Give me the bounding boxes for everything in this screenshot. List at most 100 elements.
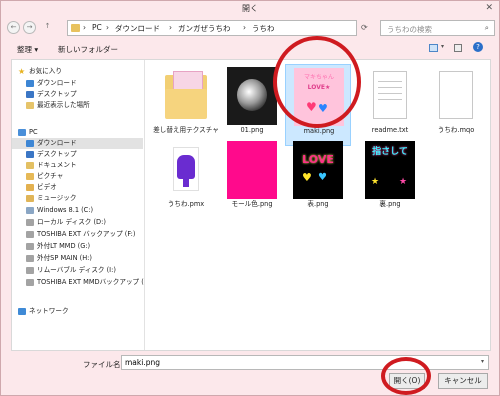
- pmx-file-icon: [161, 141, 211, 199]
- drive-icon: [26, 219, 34, 226]
- organize-button[interactable]: 整理 ▾: [17, 44, 38, 55]
- breadcrumb-uchiwa[interactable]: うちわ: [252, 23, 275, 34]
- preview-pane-icon[interactable]: [454, 44, 462, 52]
- back-icon[interactable]: ←: [7, 21, 20, 34]
- view-dropdown-icon[interactable]: ▾: [441, 43, 444, 50]
- text-file-icon: [365, 67, 415, 125]
- highlight-annotation: [381, 357, 431, 395]
- file-tile[interactable]: うちわ.mqo: [423, 64, 489, 146]
- nav-drive-f[interactable]: TOSHIBA EXT バックアップ (F:): [12, 229, 143, 240]
- drive-icon: [26, 243, 34, 250]
- breadcrumb-downloads[interactable]: ダウンロード: [115, 23, 160, 34]
- nav-pc-desktop[interactable]: デスクトップ: [12, 149, 143, 160]
- close-icon[interactable]: ✕: [485, 3, 493, 13]
- nav-pc-label: PC: [29, 128, 38, 136]
- breadcrumb-ganga[interactable]: ガンガぜうちわ: [178, 23, 231, 34]
- file-tile[interactable]: readme.txt: [357, 64, 423, 146]
- star-icon: ★: [371, 177, 380, 187]
- nav-network[interactable]: ネットワーク: [12, 306, 143, 317]
- nav-drive-i[interactable]: リムーバブル ディスク (I:): [12, 265, 143, 276]
- nav-pc-downloads[interactable]: ダウンロード: [12, 138, 143, 149]
- nav-item-label: TOSHIBA EXT バックアップ (F:): [37, 230, 136, 238]
- nav-item-label: ミュージック: [37, 194, 77, 202]
- image-thumbnail: [227, 67, 277, 125]
- address-row: ← → ↑ › PC › ダウンロード › ガンガぜうちわ › うちわ ⟳ うち…: [5, 18, 495, 38]
- file-tile[interactable]: モール色.png: [219, 138, 285, 220]
- file-name: 裏.png: [379, 200, 401, 208]
- file-name: 01.png: [240, 126, 264, 134]
- file-name: うちわ.mqo: [437, 126, 475, 134]
- nav-drive-c[interactable]: Windows 8.1 (C:): [12, 205, 143, 216]
- browser-pane: ★ お気に入り ダウンロード デスクトップ 最近表示した場所 PC ダウンロード…: [11, 59, 491, 351]
- breadcrumb-separator: ›: [243, 23, 246, 32]
- refresh-icon[interactable]: ⟳: [361, 23, 368, 32]
- file-icon: [431, 67, 481, 125]
- removable-drive-icon: [26, 267, 34, 274]
- breadcrumb-pc[interactable]: PC: [92, 23, 102, 32]
- nav-network-label: ネットワーク: [29, 307, 69, 315]
- pc-icon: [18, 129, 26, 136]
- recent-places-icon: [26, 102, 34, 109]
- dialog-title: 開く: [242, 4, 258, 13]
- filename-field[interactable]: ▾: [121, 355, 489, 370]
- nav-item-label: ローカル ディスク (D:): [37, 218, 106, 226]
- nav-item-label: 外付SP MAIN (H:): [37, 254, 92, 262]
- folder-icon: [161, 67, 211, 125]
- pictures-icon: [26, 173, 34, 180]
- new-folder-button[interactable]: 新しいフォルダー: [58, 44, 118, 55]
- desktop-icon: [26, 91, 34, 98]
- heart-icon: ♥: [302, 171, 312, 184]
- nav-pc-pictures[interactable]: ピクチャ: [12, 171, 143, 182]
- nav-favorites[interactable]: ★ お気に入り: [12, 66, 143, 77]
- heart-icon: ♥: [318, 172, 327, 183]
- up-icon[interactable]: ↑: [41, 21, 54, 34]
- toolbar: 整理 ▾ 新しいフォルダー ▾ ?: [1, 39, 499, 59]
- view-icon[interactable]: [429, 44, 438, 52]
- nav-item-label: TOSHIBA EXT MMDバックアップ (: [37, 278, 144, 286]
- nav-fav-recent[interactable]: 最近表示した場所: [12, 100, 143, 111]
- star-icon: ★: [18, 67, 26, 76]
- drive-icon: [26, 207, 34, 214]
- nav-drive-h[interactable]: 外付SP MAIN (H:): [12, 253, 143, 264]
- help-icon[interactable]: ?: [473, 42, 483, 52]
- file-tile[interactable]: 差し替え用テクスチャ: [153, 64, 219, 146]
- nav-pc[interactable]: PC: [12, 127, 143, 138]
- chevron-down-icon[interactable]: ▾: [481, 358, 484, 365]
- nav-drive-d[interactable]: ローカル ディスク (D:): [12, 217, 143, 228]
- nav-item-label: 最近表示した場所: [37, 101, 90, 109]
- file-tile[interactable]: うちわ.pmx: [153, 138, 219, 220]
- nav-item-label: Windows 8.1 (C:): [37, 206, 94, 214]
- highlight-annotation: [273, 36, 361, 128]
- nav-item-label: デスクトップ: [37, 150, 77, 158]
- download-folder-icon: [26, 80, 34, 87]
- nav-item-label: 外付LT MMD (G:): [37, 242, 91, 250]
- file-tile[interactable]: LOVE ♥ ♥ 表.png: [285, 138, 351, 220]
- search-input[interactable]: うちわの検索 ⌕: [380, 20, 495, 36]
- nav-item-label: ドキュメント: [37, 161, 77, 169]
- nav-drive-toshiba-mmd[interactable]: TOSHIBA EXT MMDバックアップ (: [12, 277, 144, 288]
- network-icon: [18, 308, 26, 315]
- nav-item-label: デスクトップ: [37, 90, 77, 98]
- nav-item-label: ピクチャ: [37, 172, 64, 180]
- nav-drive-g[interactable]: 外付LT MMD (G:): [12, 241, 143, 252]
- music-icon: [26, 195, 34, 202]
- forward-icon[interactable]: →: [23, 21, 36, 34]
- nav-fav-desktop[interactable]: デスクトップ: [12, 89, 143, 100]
- videos-icon: [26, 184, 34, 191]
- image-thumbnail: LOVE ♥ ♥: [293, 141, 343, 199]
- nav-fav-downloads[interactable]: ダウンロード: [12, 78, 143, 89]
- breadcrumb-separator: ›: [106, 23, 109, 32]
- cancel-button[interactable]: キャンセル: [438, 373, 488, 389]
- nav-item-label: リムーバブル ディスク (I:): [37, 266, 116, 274]
- search-placeholder: うちわの検索: [387, 25, 432, 34]
- file-name: うちわ.pmx: [167, 200, 205, 208]
- search-icon: ⌕: [484, 23, 489, 32]
- nav-pc-documents[interactable]: ドキュメント: [12, 160, 143, 171]
- breadcrumb-separator: ›: [169, 23, 172, 32]
- address-bar[interactable]: › PC › ダウンロード › ガンガぜうちわ › うちわ: [67, 20, 357, 36]
- nav-pc-videos[interactable]: ビデオ: [12, 182, 143, 193]
- file-name: readme.txt: [371, 126, 409, 134]
- file-tile[interactable]: 指さして ★ ★ 裏.png: [357, 138, 423, 220]
- file-name: 差し替え用テクスチャ: [153, 126, 219, 134]
- nav-pc-music[interactable]: ミュージック: [12, 193, 143, 204]
